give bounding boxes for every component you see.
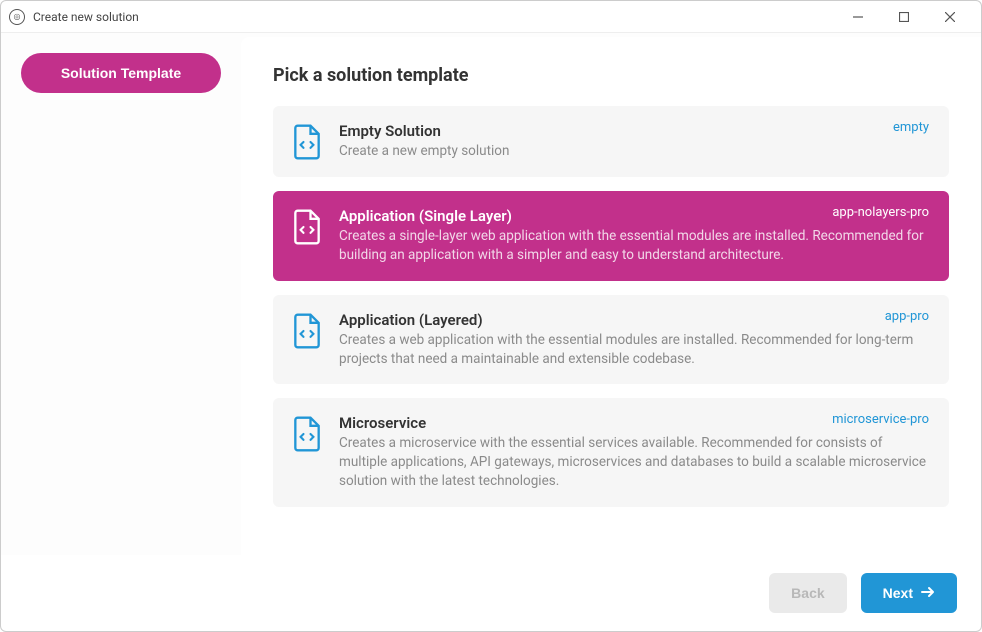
- arrow-right-icon: [921, 585, 935, 601]
- file-code-icon: [293, 209, 321, 245]
- app-icon: ◎: [9, 9, 25, 25]
- minimize-button[interactable]: [835, 2, 881, 32]
- template-description: Creates a web application with the essen…: [339, 331, 929, 369]
- template-tag: app-nolayers-pro: [832, 205, 929, 220]
- main-panel: Pick a solution template Empty Solution: [241, 37, 981, 555]
- template-title: Empty Solution: [339, 122, 929, 140]
- template-tag: empty: [893, 120, 929, 135]
- template-single-layer[interactable]: Application (Single Layer) Creates a sin…: [273, 191, 949, 281]
- maximize-button[interactable]: [881, 2, 927, 32]
- main-heading: Pick a solution template: [273, 65, 949, 86]
- back-button[interactable]: Back: [769, 573, 846, 613]
- template-layered[interactable]: Application (Layered) Creates a web appl…: [273, 295, 949, 385]
- template-microservice[interactable]: Microservice Creates a microservice with…: [273, 398, 949, 507]
- solution-template-step[interactable]: Solution Template: [21, 53, 221, 93]
- file-code-icon: [293, 313, 321, 349]
- template-description: Create a new empty solution: [339, 142, 929, 161]
- app-window: ◎ Create new solution Solution Template …: [0, 0, 982, 632]
- file-code-icon: [293, 416, 321, 452]
- next-button-label: Next: [883, 585, 913, 601]
- template-tag: microservice-pro: [832, 412, 929, 427]
- template-description: Creates a single-layer web application w…: [339, 227, 929, 265]
- file-code-icon: [293, 124, 321, 160]
- window-title: Create new solution: [33, 10, 139, 24]
- close-button[interactable]: [927, 2, 973, 32]
- template-list: Empty Solution Create a new empty soluti…: [273, 106, 949, 535]
- template-description: Creates a microservice with the essentia…: [339, 434, 929, 491]
- sidebar: Solution Template: [1, 33, 241, 555]
- next-button[interactable]: Next: [861, 573, 957, 613]
- footer: Back Next: [1, 555, 981, 631]
- template-empty-solution[interactable]: Empty Solution Create a new empty soluti…: [273, 106, 949, 177]
- template-tag: app-pro: [885, 309, 929, 324]
- title-bar: ◎ Create new solution: [1, 1, 981, 33]
- template-title: Application (Layered): [339, 311, 929, 329]
- back-button-label: Back: [791, 585, 824, 601]
